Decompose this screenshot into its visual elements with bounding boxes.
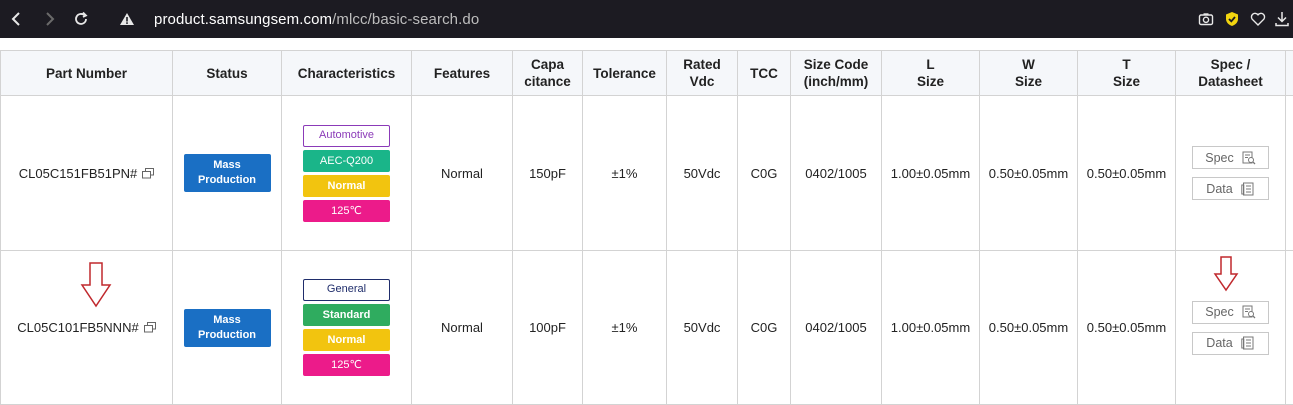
url-host: product.samsungsem.com xyxy=(154,11,332,28)
rated-vdc-cell: 50Vdc xyxy=(667,251,738,405)
header-capacitance[interactable]: Capacitance xyxy=(513,51,583,96)
part-number-link[interactable]: CL05C151FB51PN# xyxy=(19,166,138,181)
datasheet-doc-icon xyxy=(1241,182,1255,196)
header-t-size[interactable]: TSize xyxy=(1078,51,1176,96)
header-row: Part Number Status Characteristics Featu… xyxy=(1,51,1293,96)
spec-button[interactable]: Spec xyxy=(1192,146,1269,169)
url-path: /mlcc/basic-search.do xyxy=(332,11,479,28)
w-size-cell: 0.50±0.05mm xyxy=(980,96,1078,251)
status-cell: MassProduction xyxy=(173,251,282,405)
header-size-code[interactable]: Size Code(inch/mm) xyxy=(791,51,882,96)
t-size-cell: 0.50±0.05mm xyxy=(1078,96,1176,251)
overflow-cell xyxy=(1286,96,1293,251)
w-size-cell: 0.50±0.05mm xyxy=(980,251,1078,405)
spec-search-doc-icon xyxy=(1242,151,1256,165)
datasheet-doc-icon xyxy=(1241,336,1255,350)
overflow-cell xyxy=(1286,251,1293,405)
characteristic-tag-normal[interactable]: Normal xyxy=(303,329,390,351)
back-button[interactable] xyxy=(4,6,30,32)
status-badge[interactable]: MassProduction xyxy=(184,154,271,192)
heart-bookmark-icon[interactable] xyxy=(1245,6,1271,32)
header-part-number[interactable]: Part Number xyxy=(1,51,173,96)
spec-search-doc-icon xyxy=(1242,305,1256,319)
header-l-size[interactable]: LSize xyxy=(882,51,980,96)
open-new-window-icon[interactable] xyxy=(144,322,156,333)
tolerance-cell: ±1% xyxy=(583,251,667,405)
datasheet-button[interactable]: Data xyxy=(1192,332,1269,355)
characteristic-tag-aec-q200[interactable]: AEC-Q200 xyxy=(303,150,390,172)
red-down-arrow-annotation-icon xyxy=(1213,256,1239,292)
characteristic-tag-automotive[interactable]: Automotive xyxy=(303,125,390,147)
open-new-window-icon[interactable] xyxy=(142,168,154,179)
header-spec-datasheet[interactable]: Spec /Datasheet xyxy=(1176,51,1286,96)
spec-button[interactable]: Spec xyxy=(1192,301,1269,324)
forward-button[interactable] xyxy=(36,6,62,32)
not-secure-warning-icon[interactable] xyxy=(114,6,140,32)
results-table-area: Part Number Status Characteristics Featu… xyxy=(0,50,1293,404)
tcc-cell: C0G xyxy=(738,96,791,251)
characteristic-tag-standard[interactable]: Standard xyxy=(303,304,390,326)
characteristic-tag-temperature[interactable]: 125℃ xyxy=(303,354,390,376)
status-badge[interactable]: MassProduction xyxy=(184,309,271,347)
size-code-cell: 0402/1005 xyxy=(791,251,882,405)
characteristics-cell: General Standard Normal 125℃ xyxy=(282,251,412,405)
part-number-cell: CL05C151FB51PN# xyxy=(1,96,173,251)
t-size-cell: 0.50±0.05mm xyxy=(1078,251,1176,405)
l-size-cell: 1.00±0.05mm xyxy=(882,96,980,251)
header-w-size[interactable]: WSize xyxy=(980,51,1078,96)
size-code-cell: 0402/1005 xyxy=(791,96,882,251)
capacitance-cell: 100pF xyxy=(513,251,583,405)
address-bar[interactable]: product.samsungsem.com/mlcc/basic-search… xyxy=(154,8,479,30)
table-row: CL05C151FB51PN# MassProduction Automotiv… xyxy=(1,96,1293,251)
header-features[interactable]: Features xyxy=(412,51,513,96)
reload-button[interactable] xyxy=(68,6,94,32)
back-arrow-icon xyxy=(9,11,25,27)
header-status[interactable]: Status xyxy=(173,51,282,96)
screenshot-camera-icon[interactable] xyxy=(1193,6,1219,32)
shield-extension-icon[interactable] xyxy=(1219,6,1245,32)
l-size-cell: 1.00±0.05mm xyxy=(882,251,980,405)
browser-toolbar: product.samsungsem.com/mlcc/basic-search… xyxy=(0,0,1293,38)
header-overflow xyxy=(1286,51,1293,96)
header-characteristics[interactable]: Characteristics xyxy=(282,51,412,96)
characteristic-tag-normal[interactable]: Normal xyxy=(303,175,390,197)
characteristics-cell: Automotive AEC-Q200 Normal 125℃ xyxy=(282,96,412,251)
reload-icon xyxy=(73,11,89,27)
red-down-arrow-annotation-icon xyxy=(80,262,112,308)
download-icon[interactable] xyxy=(1271,6,1293,32)
header-tolerance[interactable]: Tolerance xyxy=(583,51,667,96)
characteristic-tag-general[interactable]: General xyxy=(303,279,390,301)
features-cell: Normal xyxy=(412,251,513,405)
tolerance-cell: ±1% xyxy=(583,96,667,251)
table-row: CL05C101FB5NNN# MassProduction General S… xyxy=(1,251,1293,405)
capacitance-cell: 150pF xyxy=(513,96,583,251)
features-cell: Normal xyxy=(412,96,513,251)
forward-arrow-icon xyxy=(41,11,57,27)
characteristic-tag-temperature[interactable]: 125℃ xyxy=(303,200,390,222)
part-number-link[interactable]: CL05C101FB5NNN# xyxy=(17,320,138,335)
spec-datasheet-cell: Spec Data xyxy=(1176,96,1286,251)
header-tcc[interactable]: TCC xyxy=(738,51,791,96)
datasheet-button[interactable]: Data xyxy=(1192,177,1269,200)
header-rated-vdc[interactable]: RatedVdc xyxy=(667,51,738,96)
results-table: Part Number Status Characteristics Featu… xyxy=(0,50,1293,405)
status-cell: MassProduction xyxy=(173,96,282,251)
tcc-cell: C0G xyxy=(738,251,791,405)
rated-vdc-cell: 50Vdc xyxy=(667,96,738,251)
